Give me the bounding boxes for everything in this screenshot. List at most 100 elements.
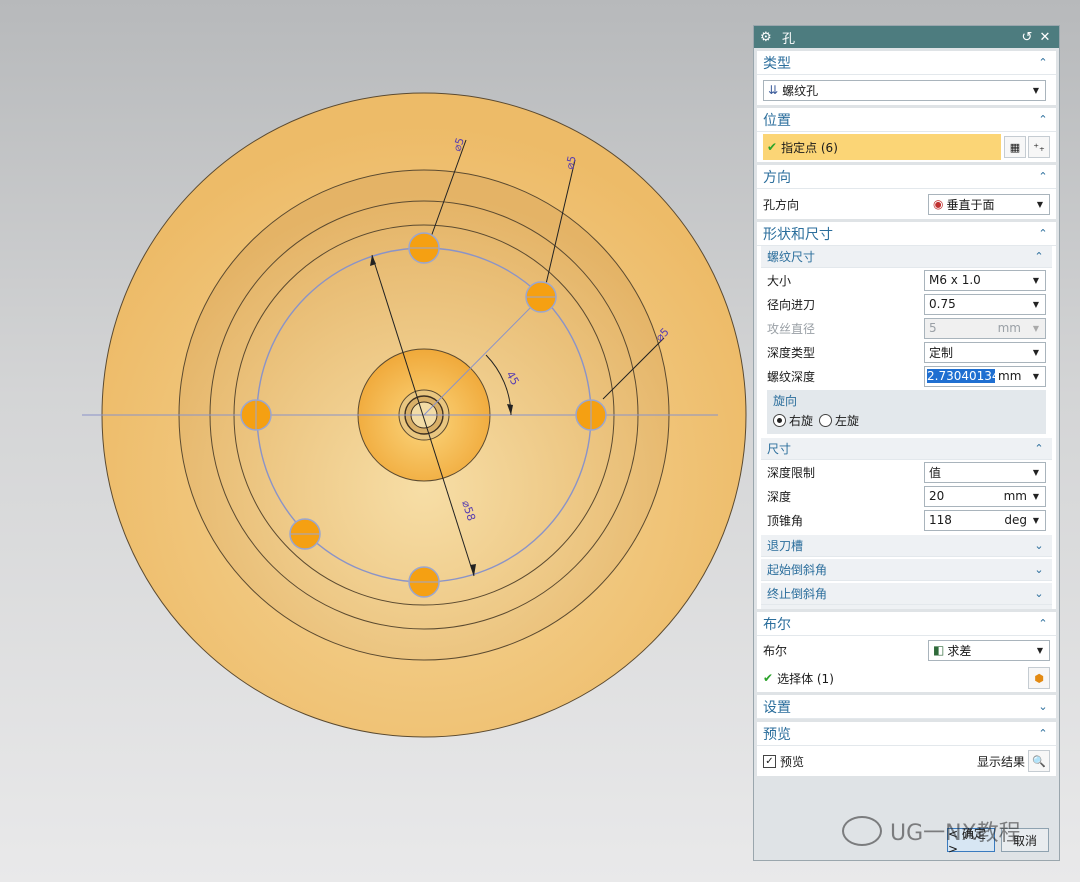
direction-group-header[interactable]: 方向 ⌃: [757, 165, 1056, 189]
rotation-subgroup: 旋向 右旋 左旋: [767, 390, 1046, 434]
magnifier-icon[interactable]: 🔍: [1028, 750, 1050, 772]
position-group-header[interactable]: 位置 ⌃: [757, 108, 1056, 132]
group-header-label: 形状和尺寸: [763, 226, 833, 243]
size-label: 大小: [767, 273, 792, 288]
threaded-hole-icon: ⇊: [768, 83, 779, 97]
chevron-down-icon[interactable]: ⌄: [1032, 587, 1046, 600]
chevron-down-icon[interactable]: ⌄: [1036, 700, 1050, 713]
hole-direction-dropdown[interactable]: ◉ 垂直于面 ▼: [928, 193, 1050, 215]
dropdown-value: 螺纹孔: [782, 83, 819, 98]
unit-label: mm: [997, 321, 1021, 335]
dialog-titlebar[interactable]: ⚙ 孔 ↺ ✕: [754, 26, 1059, 48]
depth-limit-dropdown[interactable]: 值 ▼: [924, 461, 1046, 483]
field-value: 118: [929, 513, 952, 527]
check-icon: ✔: [767, 140, 778, 154]
sketch-icon[interactable]: ▦: [1004, 136, 1026, 158]
preview-group-header[interactable]: 预览 ⌃: [757, 722, 1056, 746]
dropdown-value: 0.75: [929, 297, 956, 311]
close-icon[interactable]: ✕: [1037, 30, 1053, 45]
part-model[interactable]: ⌀5 ⌀5 ⌀5 ⌀58 45: [0, 0, 750, 882]
gear-icon[interactable]: ⚙: [760, 30, 776, 45]
left-hand-radio[interactable]: [819, 413, 833, 427]
chevron-up-icon[interactable]: ⌃: [1036, 727, 1050, 740]
position-group: 位置 ⌃ ✔ 指定点 (6) ▦ ⁺₊: [757, 108, 1056, 162]
chevron-down-icon[interactable]: ⌄: [1032, 539, 1046, 552]
size-dropdown[interactable]: M6 x 1.0 ▼: [924, 269, 1046, 291]
start-chamfer-subgroup: 起始倒斜角 ⌄: [761, 559, 1052, 581]
radial-engage-dropdown[interactable]: 0.75 ▼: [924, 293, 1046, 315]
radial-engage-label: 径向进刀: [767, 297, 816, 312]
depth-type-dropdown[interactable]: 定制 ▼: [924, 341, 1046, 363]
relief-header[interactable]: 退刀槽 ⌄: [761, 535, 1052, 557]
group-header-label: 布尔: [763, 616, 791, 633]
graphics-viewport[interactable]: ⌀5 ⌀5 ⌀5 ⌀58 45: [0, 0, 750, 882]
hole[interactable]: [408, 232, 440, 264]
show-result-label: 显示结果: [976, 754, 1025, 769]
group-header-label: 方向: [763, 169, 791, 186]
chevron-up-icon[interactable]: ⌃: [1032, 442, 1046, 455]
field-value: 5: [929, 321, 937, 335]
boolean-group-header[interactable]: 布尔 ⌃: [757, 612, 1056, 636]
hole[interactable]: [525, 281, 557, 313]
chevron-up-icon[interactable]: ⌃: [1036, 617, 1050, 630]
chevron-up-icon[interactable]: ⌃: [1036, 56, 1050, 69]
preview-checkbox[interactable]: ✓: [763, 754, 776, 768]
normal-to-face-icon: ◉: [933, 197, 944, 211]
point-dialog-icon[interactable]: ⁺₊: [1028, 136, 1050, 158]
chevron-up-icon[interactable]: ⌃: [1032, 250, 1046, 263]
group-header-label: 位置: [763, 112, 791, 129]
unit-label: mm: [998, 369, 1022, 383]
dropdown-value: 定制: [929, 345, 954, 360]
specify-point-label: 指定点 (6): [781, 140, 838, 155]
tap-drill-field: 5 mm ▼: [924, 317, 1046, 339]
start-chamfer-header[interactable]: 起始倒斜角 ⌄: [761, 559, 1052, 581]
chevron-up-icon[interactable]: ⌃: [1036, 113, 1050, 126]
tip-angle-input[interactable]: 118 deg ▼: [924, 509, 1046, 531]
subgroup-header-label: 退刀槽: [767, 539, 804, 553]
hole-type-dropdown[interactable]: ⇊ 螺纹孔 ▼: [763, 79, 1046, 101]
dimensions-header[interactable]: 尺寸 ⌃: [761, 438, 1052, 460]
thread-size-header[interactable]: 螺纹尺寸 ⌃: [761, 246, 1052, 268]
field-value: 20: [929, 489, 945, 503]
subtract-icon: ◧: [933, 643, 945, 657]
group-header-label: 类型: [763, 55, 791, 72]
specify-point-row[interactable]: ✔ 指定点 (6): [763, 134, 1001, 160]
chevron-down-icon[interactable]: ⌄: [1032, 563, 1046, 576]
depth-input[interactable]: 20 mm ▼: [924, 485, 1046, 507]
boolean-dropdown[interactable]: ◧ 求差 ▼: [928, 639, 1050, 661]
hole[interactable]: [289, 518, 321, 550]
dialog-title: 孔: [782, 31, 796, 47]
chevron-down-icon: ▼: [1032, 467, 1040, 477]
unit-label: mm: [1003, 489, 1027, 503]
preview-label: 预览: [780, 754, 805, 769]
dim-text[interactable]: ⌀5: [563, 155, 579, 171]
watermark-text: UG一NX教程: [890, 821, 1021, 846]
shape-group-header[interactable]: 形状和尺寸 ⌃: [757, 222, 1056, 246]
unit-label: deg: [1004, 513, 1027, 527]
thread-depth-input[interactable]: 2.73040134 mm ▼: [924, 365, 1046, 387]
solid-body-icon[interactable]: ⬢: [1028, 667, 1050, 689]
type-group: 类型 ⌃ ⇊ 螺纹孔 ▼: [757, 51, 1056, 105]
settings-group-header[interactable]: 设置 ⌄: [757, 695, 1056, 719]
select-body-label[interactable]: 选择体 (1): [777, 670, 1028, 687]
thread-size-subgroup: 螺纹尺寸 ⌃ 大小 M6 x 1.0 ▼ 径向进刀 0.75 ▼ 攻丝直径 5 …: [761, 246, 1052, 434]
right-hand-radio[interactable]: [773, 413, 786, 427]
watermark: UG一NX教程: [842, 815, 1021, 847]
thread-depth-value[interactable]: 2.73040134: [927, 369, 995, 383]
tap-drill-label: 攻丝直径: [767, 321, 816, 336]
chevron-up-icon[interactable]: ⌃: [1036, 227, 1050, 240]
dimensions-subgroup: 尺寸 ⌃ 深度限制 值 ▼ 深度 20 mm ▼ 顶锥角 118 deg ▼: [761, 438, 1052, 532]
group-header-label: 设置: [763, 699, 791, 716]
chevron-up-icon[interactable]: ⌃: [1036, 170, 1050, 183]
chevron-down-icon: ▼: [1032, 515, 1040, 525]
type-group-header[interactable]: 类型 ⌃: [757, 51, 1056, 75]
dropdown-value: 值: [929, 465, 942, 480]
direction-group: 方向 ⌃ 孔方向 ◉ 垂直于面 ▼: [757, 165, 1056, 219]
group-header-label: 预览: [763, 726, 791, 743]
end-chamfer-header[interactable]: 终止倒斜角 ⌄: [761, 583, 1052, 605]
hole[interactable]: [240, 399, 272, 431]
hole[interactable]: [575, 399, 607, 431]
reset-icon[interactable]: ↺: [1019, 30, 1035, 45]
depth-limit-label: 深度限制: [767, 465, 816, 480]
hole[interactable]: [408, 566, 440, 598]
